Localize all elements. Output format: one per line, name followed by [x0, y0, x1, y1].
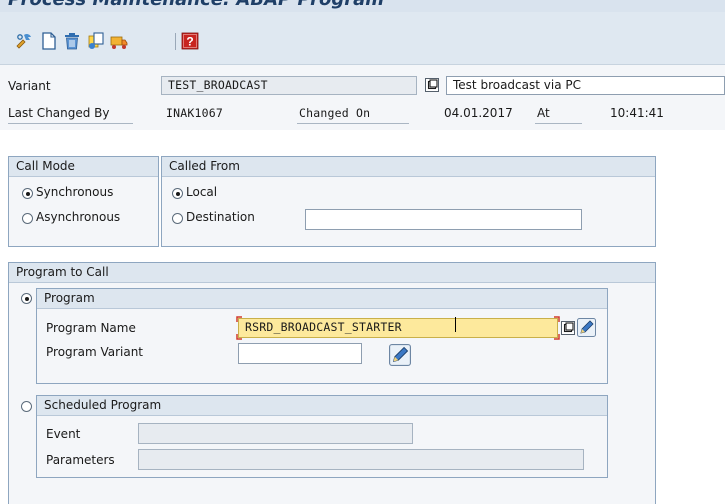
local-radio[interactable] — [172, 188, 183, 199]
program-subgroup: Program Program Name RSRD_BROADCAST_STAR… — [36, 288, 608, 384]
at-label: At — [537, 106, 550, 120]
destination-label: Destination — [186, 210, 255, 224]
application-toolbar: ? — [0, 12, 725, 65]
change-display-icon[interactable] — [15, 32, 33, 50]
synchronous-radio[interactable] — [22, 188, 33, 199]
variant-label: Variant — [8, 79, 51, 93]
edit-pencil-icon[interactable] — [577, 318, 596, 337]
at-value: 10:41:41 — [610, 106, 664, 120]
copy-icon[interactable] — [87, 32, 105, 50]
event-label: Event — [46, 427, 81, 441]
call-mode-title: Call Mode — [16, 159, 75, 173]
changed-on-value: 04.01.2017 — [444, 106, 513, 120]
multiple-selection-icon[interactable] — [561, 321, 575, 335]
last-changed-by-value: INAK1067 — [166, 106, 223, 120]
asynchronous-radio[interactable] — [22, 213, 33, 224]
edit-pencil-icon[interactable] — [389, 344, 411, 366]
parameters-input[interactable] — [138, 449, 584, 470]
program-name-label: Program Name — [46, 321, 136, 335]
destination-input[interactable] — [305, 209, 582, 230]
program-variant-label: Program Variant — [46, 345, 144, 359]
help-icon[interactable]: ? — [181, 32, 199, 50]
call-mode-group: Call Mode Synchronous Asynchronous — [8, 156, 159, 247]
delete-icon[interactable] — [63, 32, 81, 50]
parameters-label: Parameters — [46, 453, 115, 467]
text-cursor — [455, 317, 456, 332]
multiple-selection-icon[interactable] — [425, 78, 439, 92]
label-underline — [8, 123, 133, 124]
event-input[interactable] — [138, 423, 413, 444]
transport-icon[interactable] — [110, 32, 128, 50]
program-to-call-group: Program to Call Program Program Name RSR… — [8, 262, 656, 504]
called-from-title: Called From — [169, 159, 240, 173]
synchronous-label: Synchronous — [36, 185, 114, 199]
asynchronous-label: Asynchronous — [36, 210, 121, 224]
local-label: Local — [186, 185, 218, 199]
header-section: Variant TEST_BROADCAST Test broadcast vi… — [0, 65, 725, 130]
changed-on-label: Changed On — [299, 106, 371, 120]
program-radio[interactable] — [21, 293, 32, 304]
program-variant-input[interactable] — [238, 343, 362, 364]
scheduled-program-title: Scheduled Program — [44, 398, 162, 412]
label-underline — [535, 123, 582, 124]
variant-field[interactable]: TEST_BROADCAST — [161, 76, 417, 95]
program-subgroup-title: Program — [44, 291, 95, 305]
window-title-bar: Process Maintenance: ABAP Program — [0, 0, 725, 12]
label-underline — [297, 123, 409, 124]
svg-text:?: ? — [186, 35, 193, 49]
scheduled-program-subgroup: Scheduled Program Event Parameters — [36, 395, 608, 478]
program-to-call-title: Program to Call — [16, 265, 109, 279]
program-name-input[interactable]: RSRD_BROADCAST_STARTER — [238, 318, 558, 338]
window-title: Process Maintenance: ABAP Program — [8, 0, 384, 10]
variant-description-field[interactable]: Test broadcast via PC — [446, 76, 725, 95]
scheduled-program-radio[interactable] — [21, 401, 32, 412]
last-changed-by-label: Last Changed By — [8, 106, 110, 120]
new-document-icon[interactable] — [40, 32, 58, 50]
destination-radio[interactable] — [172, 213, 183, 224]
called-from-group: Called From Local Destination — [161, 156, 656, 247]
toolbar-separator — [175, 33, 176, 50]
